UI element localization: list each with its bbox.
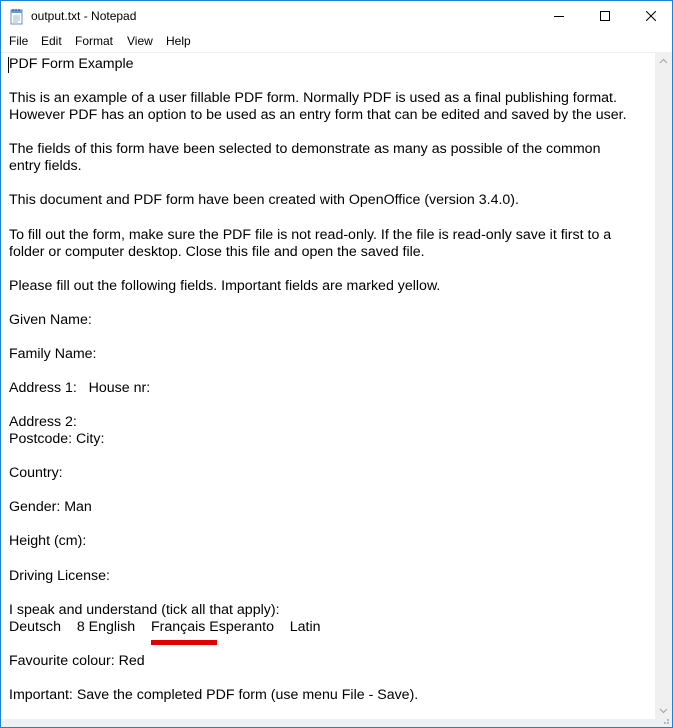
window-title: output.txt - Notepad	[31, 9, 137, 23]
text-line: Driving License:	[9, 567, 110, 584]
red-underline-annotation	[151, 640, 217, 645]
menu-bar: File Edit Format View Help	[1, 32, 672, 52]
text-line: folder or computer desktop. Close this f…	[9, 243, 425, 260]
vertical-scrollbar[interactable]	[655, 53, 672, 719]
resize-grip[interactable]	[655, 709, 672, 727]
bottom-frame	[1, 719, 672, 727]
menu-format[interactable]: Format	[74, 34, 114, 48]
text-line: Given Name:	[9, 311, 92, 328]
text-line: I speak and understand (tick all that ap…	[9, 601, 280, 618]
text-line: entry fields.	[9, 158, 82, 175]
text-line: Gender: Man	[9, 499, 92, 516]
minimize-button[interactable]	[536, 1, 582, 32]
resize-grip-icon	[664, 719, 669, 724]
close-button[interactable]	[628, 1, 672, 32]
notepad-icon	[9, 8, 25, 25]
close-icon	[646, 11, 656, 21]
text-line: To fill out the form, make sure the PDF …	[9, 226, 612, 243]
text-line: Country:	[9, 465, 63, 482]
notepad-window: output.txt - Notepad File Edit Format Vi…	[0, 0, 673, 728]
minimize-icon	[554, 16, 564, 17]
text-line: Address 2:	[9, 414, 77, 431]
text-line: Height (cm):	[9, 533, 87, 550]
menu-help[interactable]: Help	[165, 34, 192, 48]
text-line: Important: Save the completed PDF form (…	[9, 686, 419, 703]
text-editor[interactable]: PDF Form Example This is an example of a …	[1, 53, 655, 719]
text-line: Family Name:	[9, 345, 97, 362]
text-line: PDF Form Example	[9, 56, 134, 72]
text-line: Address 1: House nr:	[9, 379, 151, 396]
menu-file[interactable]: File	[8, 34, 29, 48]
maximize-button[interactable]	[582, 1, 628, 32]
menu-edit[interactable]: Edit	[40, 34, 63, 48]
text-line: Please fill out the following fields. Im…	[9, 277, 441, 294]
menu-view[interactable]: View	[126, 34, 154, 48]
text-line: Deutsch 8 English Français Esperanto Lat…	[9, 618, 321, 635]
title-bar[interactable]: output.txt - Notepad	[1, 1, 672, 32]
scroll-up-button[interactable]	[655, 53, 672, 70]
text-line: This is an example of a user fillable PD…	[9, 90, 617, 107]
text-line: However PDF has an option to be used as …	[9, 107, 627, 124]
text-line: Favourite colour: Red	[9, 652, 145, 669]
text-line: The fields of this form have been select…	[9, 141, 601, 158]
text-line: This document and PDF form have been cre…	[9, 192, 519, 209]
maximize-icon	[600, 11, 610, 21]
chevron-up-icon	[659, 58, 668, 64]
text-line: Postcode: City:	[9, 431, 105, 448]
